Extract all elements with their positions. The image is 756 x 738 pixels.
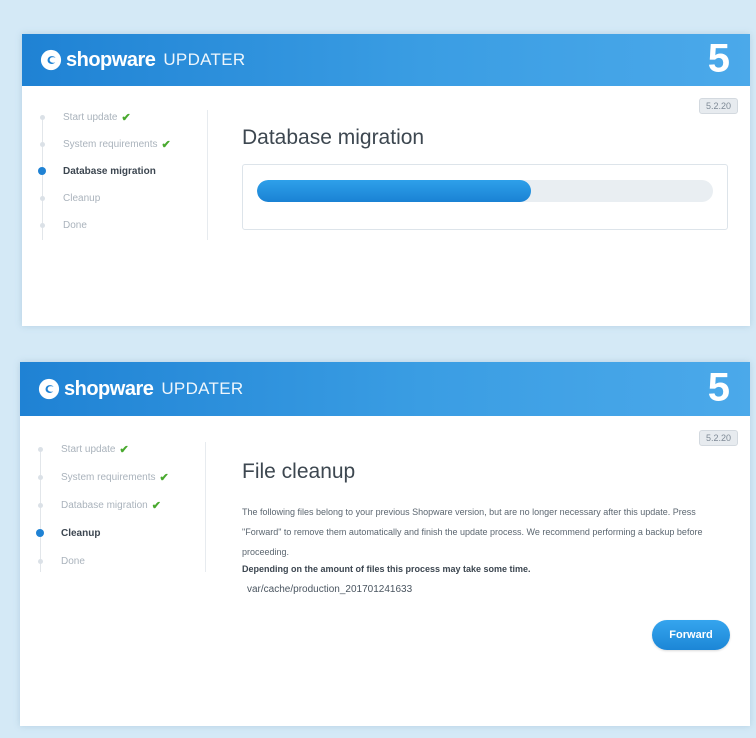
step-dot-active	[38, 167, 46, 175]
step-start-update: Start update ✔	[20, 442, 129, 456]
step-label: Start update	[63, 111, 118, 123]
step-done: Done	[20, 554, 85, 568]
step-label: Database migration	[61, 499, 148, 511]
updater-window-database-migration: shopware UPDATER 5 5.2.20 Start update ✔…	[22, 34, 750, 326]
product-name: UPDATER	[161, 379, 244, 398]
cleanup-notice: Depending on the amount of files this pr…	[242, 564, 531, 574]
checkmark-icon: ✔	[161, 138, 171, 151]
main-content: File cleanup The following files belong …	[242, 460, 736, 595]
major-version: 5	[707, 36, 730, 81]
progress-card	[242, 164, 728, 230]
step-label: Start update	[61, 443, 116, 455]
shopware-logo-icon	[38, 378, 60, 400]
logo: shopware UPDATER	[38, 362, 243, 416]
step-label: Done	[61, 555, 85, 567]
step-label: Database migration	[63, 165, 156, 177]
step-list: Start update ✔ System requirements ✔ Dat…	[22, 110, 208, 240]
step-dot	[40, 115, 45, 120]
file-list-item: var/cache/production_201701241633	[247, 584, 413, 595]
shopware-logo-icon	[40, 49, 62, 71]
step-dot	[38, 447, 43, 452]
header-bar: shopware UPDATER 5	[20, 362, 750, 416]
page-title: Database migration	[242, 126, 425, 149]
step-done: Done	[22, 218, 87, 232]
step-dot	[40, 142, 45, 147]
checkmark-icon: ✔	[159, 471, 169, 484]
brand-name: shopware	[66, 48, 156, 71]
step-cleanup: Cleanup	[22, 191, 100, 205]
step-list: Start update ✔ System requirements ✔ Dat…	[20, 442, 206, 572]
checkmark-icon: ✔	[121, 111, 131, 124]
step-dot	[38, 475, 43, 480]
cleanup-description: The following files belong to your previ…	[242, 507, 703, 557]
step-label: Cleanup	[63, 192, 101, 204]
step-system-requirements: System requirements ✔	[22, 137, 171, 151]
step-system-requirements: System requirements ✔	[20, 470, 169, 484]
step-database-migration: Database migration ✔	[20, 498, 161, 512]
checkmark-icon: ✔	[151, 499, 161, 512]
page-title: File cleanup	[242, 460, 356, 483]
step-dot	[38, 559, 43, 564]
checkmark-icon: ✔	[119, 443, 129, 456]
step-start-update: Start update ✔	[22, 110, 131, 124]
step-dot	[38, 503, 43, 508]
step-label: System requirements	[63, 138, 158, 150]
step-cleanup: Cleanup	[20, 526, 100, 540]
step-label: Done	[63, 219, 87, 231]
product-name: UPDATER	[163, 50, 246, 69]
step-label: System requirements	[61, 471, 156, 483]
progress-bar	[257, 180, 713, 202]
step-dot	[40, 196, 45, 201]
logo: shopware UPDATER	[40, 34, 245, 86]
version-badge: 5.2.20	[698, 98, 738, 114]
step-label: Cleanup	[61, 527, 101, 539]
updater-window-file-cleanup: shopware UPDATER 5 5.2.20 Start update ✔…	[20, 362, 750, 726]
progress-bar-fill	[257, 180, 531, 202]
header-bar: shopware UPDATER 5	[22, 34, 750, 86]
brand-name: shopware	[64, 377, 154, 400]
forward-button[interactable]: Forward	[652, 620, 730, 650]
step-dot	[40, 223, 45, 228]
main-content: Database migration	[242, 126, 728, 230]
step-database-migration: Database migration	[22, 164, 156, 178]
version-badge: 5.2.20	[698, 430, 738, 446]
step-dot-active	[36, 529, 44, 537]
major-version: 5	[707, 365, 730, 410]
